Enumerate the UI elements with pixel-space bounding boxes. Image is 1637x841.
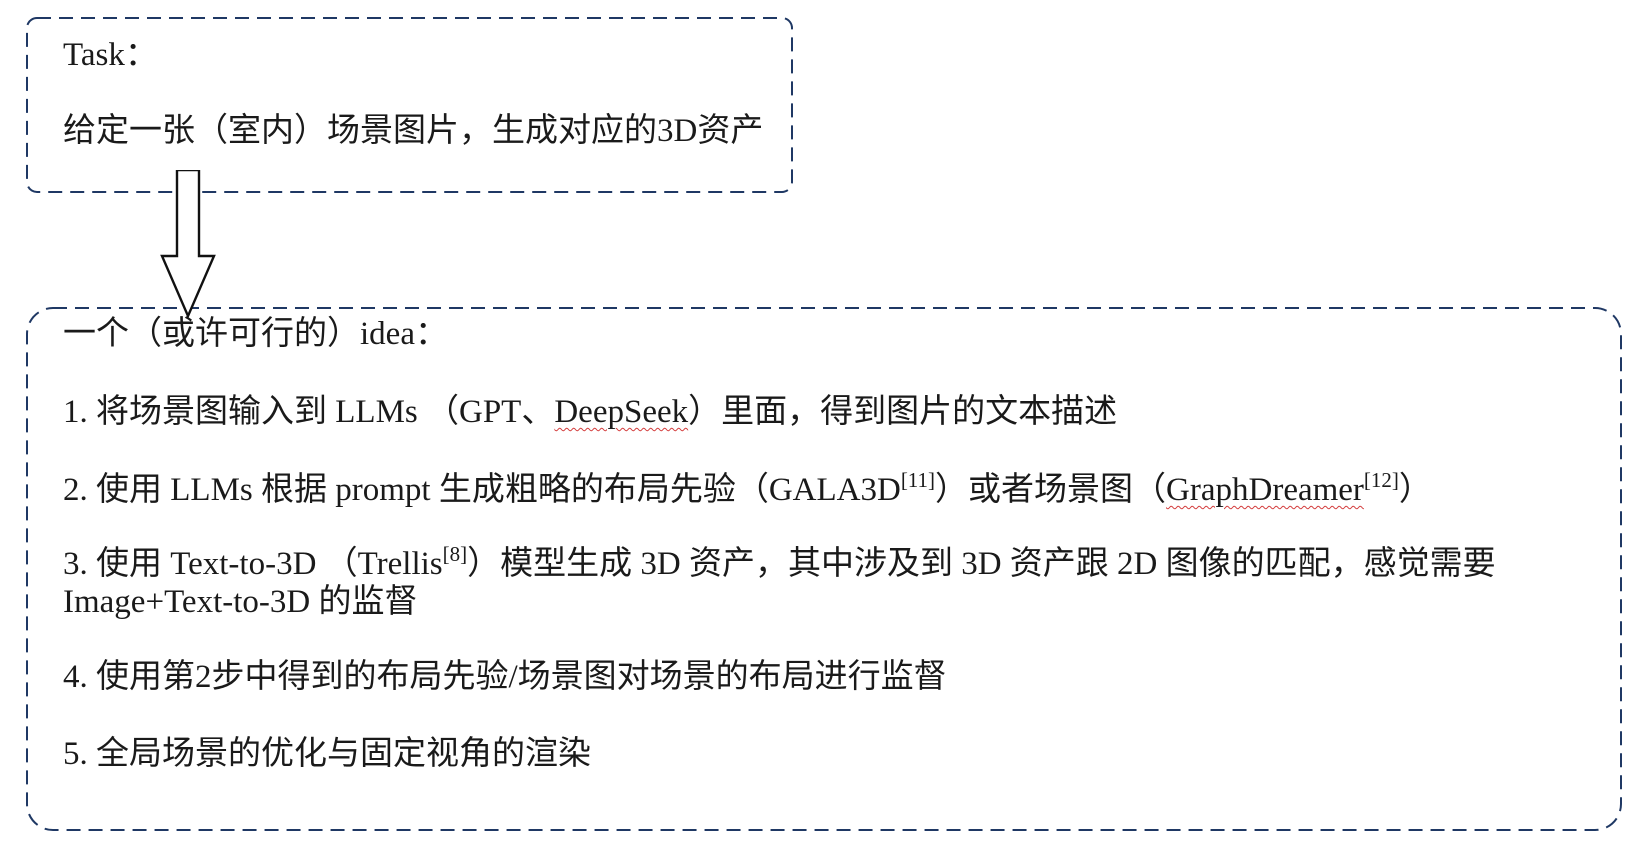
idea-step-3: 3. 使用 Text-to-3D （Trellis[8]）模型生成 3D 资产，…	[63, 544, 1496, 584]
citation-8: [8]	[442, 542, 468, 566]
task-heading: Task：	[63, 37, 158, 73]
idea-step-2: 2. 使用 LLMs 根据 prompt 生成粗略的布局先验（GALA3D[11…	[63, 470, 1432, 510]
citation-12: [12]	[1363, 468, 1399, 492]
idea-step-4: 4. 使用第2步中得到的布局先验/场景图对场景的布局进行监督	[63, 659, 947, 695]
graphdreamer-term: GraphDreamer	[1166, 472, 1364, 508]
task-description: 给定一张（室内）场景图片，生成对应的3D资产	[63, 113, 764, 149]
step-3-prefix: 3. 使用 Text-to-3D （Trellis	[63, 546, 443, 582]
step-2-prefix: 2. 使用 LLMs 根据 prompt 生成粗略的布局先验（GALA3D	[63, 472, 901, 508]
down-arrow-icon	[160, 170, 216, 320]
idea-step-1: 1. 将场景图输入到 LLMs （GPT、DeepSeek）里面，得到图片的文本…	[63, 392, 1117, 432]
idea-heading: 一个（或许可行的）idea：	[63, 316, 448, 352]
step-1-suffix: ）里面，得到图片的文本描述	[688, 394, 1118, 430]
idea-step-5: 5. 全局场景的优化与固定视角的渲染	[63, 736, 591, 772]
deepseek-term: DeepSeek	[554, 394, 689, 430]
step-2-middle: ）或者场景图（	[935, 472, 1167, 508]
step-1-prefix: 1. 将场景图输入到 LLMs （GPT、	[63, 394, 555, 430]
idea-box: 一个（或许可行的）idea： 1. 将场景图输入到 LLMs （GPT、Deep…	[26, 307, 1622, 831]
step-3-suffix: ）模型生成 3D 资产，其中涉及到 3D 资产跟 2D 图像的匹配，感觉需要	[467, 546, 1496, 582]
task-box: Task： 给定一张（室内）场景图片，生成对应的3D资产	[26, 17, 793, 193]
citation-11: [11]	[900, 468, 936, 492]
idea-step-3-continued: Image+Text-to-3D 的监督	[63, 584, 418, 620]
step-2-suffix: ）	[1398, 472, 1432, 508]
